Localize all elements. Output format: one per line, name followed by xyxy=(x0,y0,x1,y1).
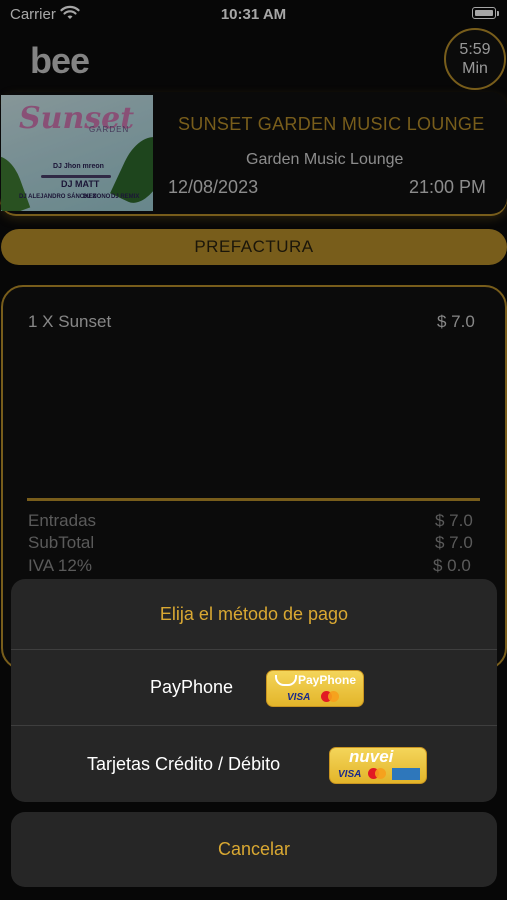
payphone-logo: PayPhone VISA xyxy=(266,670,364,707)
payment-method-sheet: Elija el método de pago PayPhone PayPhon… xyxy=(11,579,497,802)
nuvei-logo-text: nuvei xyxy=(349,747,394,766)
card-payment-option-button[interactable]: Tarjetas Crédito / Débito nuvei VISA xyxy=(11,726,497,801)
card-payment-label: Tarjetas Crédito / Débito xyxy=(87,754,281,774)
nuvei-logo: nuvei VISA xyxy=(329,747,427,784)
amex-icon xyxy=(392,768,420,780)
payphone-label: PayPhone xyxy=(150,677,234,697)
sheet-title: Elija el método de pago xyxy=(159,603,349,624)
payphone-option-button[interactable]: PayPhone PayPhone VISA xyxy=(11,650,497,725)
visa-logo: VISA xyxy=(338,769,362,780)
cancel-button[interactable]: Cancelar xyxy=(11,812,497,887)
visa-logo: VISA xyxy=(287,692,311,703)
payphone-logo-text: PayPhone xyxy=(298,673,357,687)
